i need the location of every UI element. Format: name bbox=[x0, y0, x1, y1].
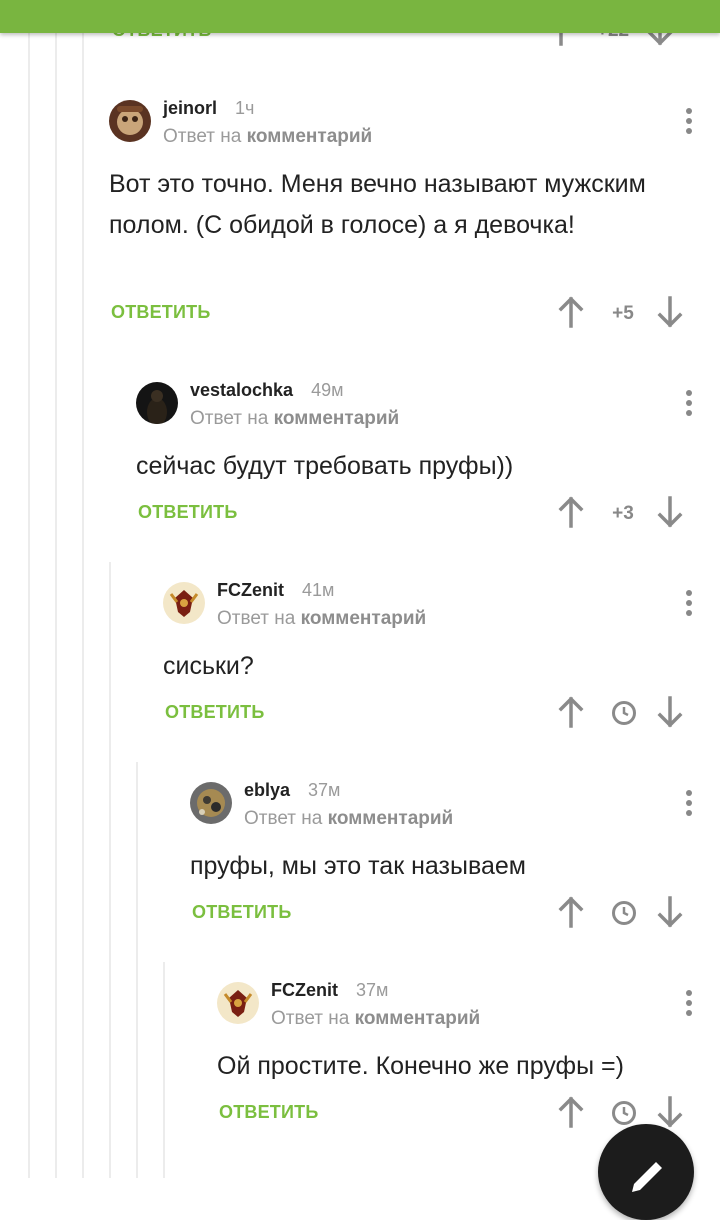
reply-to-link[interactable]: комментарий bbox=[274, 408, 400, 429]
comment: FCZenit 37м Ответ на комментарий Ой прост… bbox=[217, 980, 720, 1140]
upvote-icon[interactable] bbox=[554, 894, 588, 930]
username[interactable]: vestalochka 49м bbox=[190, 380, 343, 401]
username[interactable]: jeinorl 1ч bbox=[163, 98, 254, 119]
thread-line bbox=[55, 0, 57, 1178]
downvote-icon[interactable] bbox=[653, 494, 687, 530]
thread-line bbox=[163, 962, 165, 1178]
reply-to-link[interactable]: комментарий bbox=[301, 608, 427, 629]
comment: FCZenit 41м Ответ на комментарий сиськи? … bbox=[163, 580, 720, 740]
downvote-icon[interactable] bbox=[653, 894, 687, 930]
comment-text: сейчас будут требовать пруфы)) bbox=[136, 452, 514, 480]
username[interactable]: FCZenit 37м bbox=[271, 980, 388, 1001]
reply-to-link[interactable]: комментарий bbox=[355, 1008, 481, 1029]
upvote-icon[interactable] bbox=[554, 1094, 588, 1130]
rating-value: +3 bbox=[612, 503, 634, 524]
avatar[interactable] bbox=[217, 982, 259, 1024]
comment-text: пруфы, мы это так называем bbox=[190, 852, 526, 880]
username-text[interactable]: jeinorl bbox=[163, 98, 217, 118]
reply-to-prefix: Ответ на bbox=[190, 408, 269, 429]
avatar[interactable] bbox=[109, 100, 151, 142]
reply-button[interactable]: ОТВЕТИТЬ bbox=[111, 302, 210, 323]
reply-to-prefix: Ответ на bbox=[244, 808, 323, 829]
pencil-icon bbox=[632, 1162, 662, 1192]
upvote-icon[interactable] bbox=[554, 494, 588, 530]
more-options-icon[interactable] bbox=[684, 390, 694, 420]
clock-icon bbox=[612, 1101, 636, 1125]
thread-line bbox=[136, 762, 138, 1178]
comment-time: 49м bbox=[311, 380, 344, 400]
reply-to: Ответ на комментарий bbox=[163, 126, 372, 148]
reply-to-link[interactable]: комментарий bbox=[247, 126, 373, 147]
comment-text: Ой простите. Конечно же пруфы =) bbox=[217, 1052, 624, 1080]
comment-text: Вот это точно. Меня вечно называют мужск… bbox=[109, 170, 646, 239]
comment-time: 37м bbox=[356, 980, 389, 1000]
compose-fab[interactable] bbox=[598, 1124, 694, 1220]
more-options-icon[interactable] bbox=[684, 590, 694, 620]
more-options-icon[interactable] bbox=[684, 108, 694, 138]
comment-text: сиськи? bbox=[163, 652, 254, 680]
reply-to-link[interactable]: комментарий bbox=[328, 808, 454, 829]
reply-to: Ответ на комментарий bbox=[271, 1008, 480, 1030]
reply-button[interactable]: ОТВЕТИТЬ bbox=[219, 1102, 318, 1123]
reply-button[interactable]: ОТВЕТИТЬ bbox=[192, 902, 291, 923]
reply-button[interactable]: ОТВЕТИТЬ bbox=[138, 502, 237, 523]
avatar[interactable] bbox=[136, 382, 178, 424]
reply-to: Ответ на комментарий bbox=[244, 808, 453, 830]
reply-to-prefix: Ответ на bbox=[163, 126, 242, 147]
upvote-icon[interactable] bbox=[554, 694, 588, 730]
avatar[interactable] bbox=[190, 782, 232, 824]
thread-line bbox=[109, 562, 111, 1178]
comment: eblya 37м Ответ на комментарий пруфы, мы … bbox=[190, 780, 720, 940]
username-text[interactable]: vestalochka bbox=[190, 380, 293, 400]
thread-line bbox=[82, 0, 84, 1178]
username[interactable]: eblya 37м bbox=[244, 780, 340, 801]
vote-controls: +3 bbox=[550, 494, 700, 534]
thread-line bbox=[28, 0, 30, 1178]
clock-icon bbox=[612, 901, 636, 925]
vote-controls bbox=[550, 694, 700, 734]
top-app-bar bbox=[0, 0, 720, 33]
vote-controls bbox=[550, 894, 700, 934]
comment-time: 37м bbox=[308, 780, 341, 800]
username-text[interactable]: FCZenit bbox=[217, 580, 284, 600]
upvote-icon[interactable] bbox=[554, 294, 588, 330]
more-options-icon[interactable] bbox=[684, 990, 694, 1020]
comment-time: 1ч bbox=[235, 98, 255, 118]
clock-icon bbox=[612, 701, 636, 725]
more-options-icon[interactable] bbox=[684, 790, 694, 820]
reply-to-prefix: Ответ на bbox=[217, 608, 296, 629]
username-text[interactable]: eblya bbox=[244, 780, 290, 800]
reply-button[interactable]: ОТВЕТИТЬ bbox=[165, 702, 264, 723]
avatar[interactable] bbox=[163, 582, 205, 624]
downvote-icon[interactable] bbox=[653, 694, 687, 730]
rating-value: +5 bbox=[612, 303, 634, 324]
username-text[interactable]: FCZenit bbox=[271, 980, 338, 1000]
reply-to: Ответ на комментарий bbox=[217, 608, 426, 630]
comment: jeinorl 1ч Ответ на комментарий Вот это т… bbox=[109, 98, 720, 338]
reply-to-prefix: Ответ на bbox=[271, 1008, 350, 1029]
comment: vestalochka 49м Ответ на комментарий сейч… bbox=[136, 380, 720, 540]
vote-controls: +5 bbox=[550, 294, 700, 334]
comment-time: 41м bbox=[302, 580, 335, 600]
reply-to: Ответ на комментарий bbox=[190, 408, 399, 430]
username[interactable]: FCZenit 41м bbox=[217, 580, 334, 601]
downvote-icon[interactable] bbox=[653, 294, 687, 330]
